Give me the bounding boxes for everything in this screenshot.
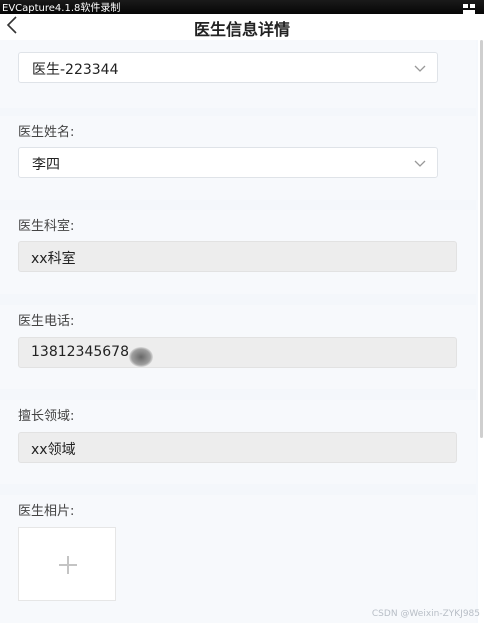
page-title: 医生信息详情 (193, 20, 290, 39)
specialty-value: xx领域 (31, 442, 76, 458)
specialty-field: xx领域 (18, 432, 457, 463)
phone-value: 13812345678 (31, 344, 129, 360)
photo-upload-button[interactable] (18, 527, 116, 601)
doctor-select-value: 医生-223344 (32, 62, 119, 78)
name-select-value: 李四 (32, 157, 60, 173)
doctor-select[interactable]: 医生-223344 (18, 52, 438, 83)
department-field: xx科室 (18, 241, 457, 272)
chevron-down-icon (414, 65, 426, 72)
name-select[interactable]: 李四 (18, 147, 438, 178)
name-label: 医生姓名: (18, 125, 75, 140)
phone-label: 医生电话: (18, 314, 75, 329)
scrollbar[interactable] (478, 40, 484, 623)
name-section: 医生姓名: 李四 (0, 116, 476, 200)
phone-field: 13812345678 (18, 337, 457, 368)
specialty-label: 擅长领域: (18, 409, 75, 424)
watermark: CSDN @Weixin-ZYKJ985 (371, 609, 480, 619)
scrollbar-thumb[interactable] (480, 40, 483, 438)
mouse-cursor-indicator (129, 347, 153, 367)
department-section: 医生科室: xx科室 (0, 210, 476, 294)
department-value: xx科室 (31, 251, 76, 267)
form-container: 医生-223344 医生姓名: 李四 医生科室: xx科室 医生电话: 1381… (0, 40, 476, 623)
plus-icon (59, 556, 77, 574)
phone-section: 医生电话: 13812345678 (0, 305, 476, 389)
department-label: 医生科室: (18, 219, 75, 234)
photo-label: 医生相片: (18, 504, 75, 519)
photo-section: 医生相片: (0, 495, 476, 623)
doctor-id-section: 医生-223344 (0, 40, 476, 108)
specialty-section: 擅长领域: xx领域 (0, 400, 476, 484)
capture-title: EVCapture4.1.8软件录制 (2, 3, 121, 14)
chevron-down-icon (414, 160, 426, 167)
app-header: 医生信息详情 (0, 14, 484, 40)
